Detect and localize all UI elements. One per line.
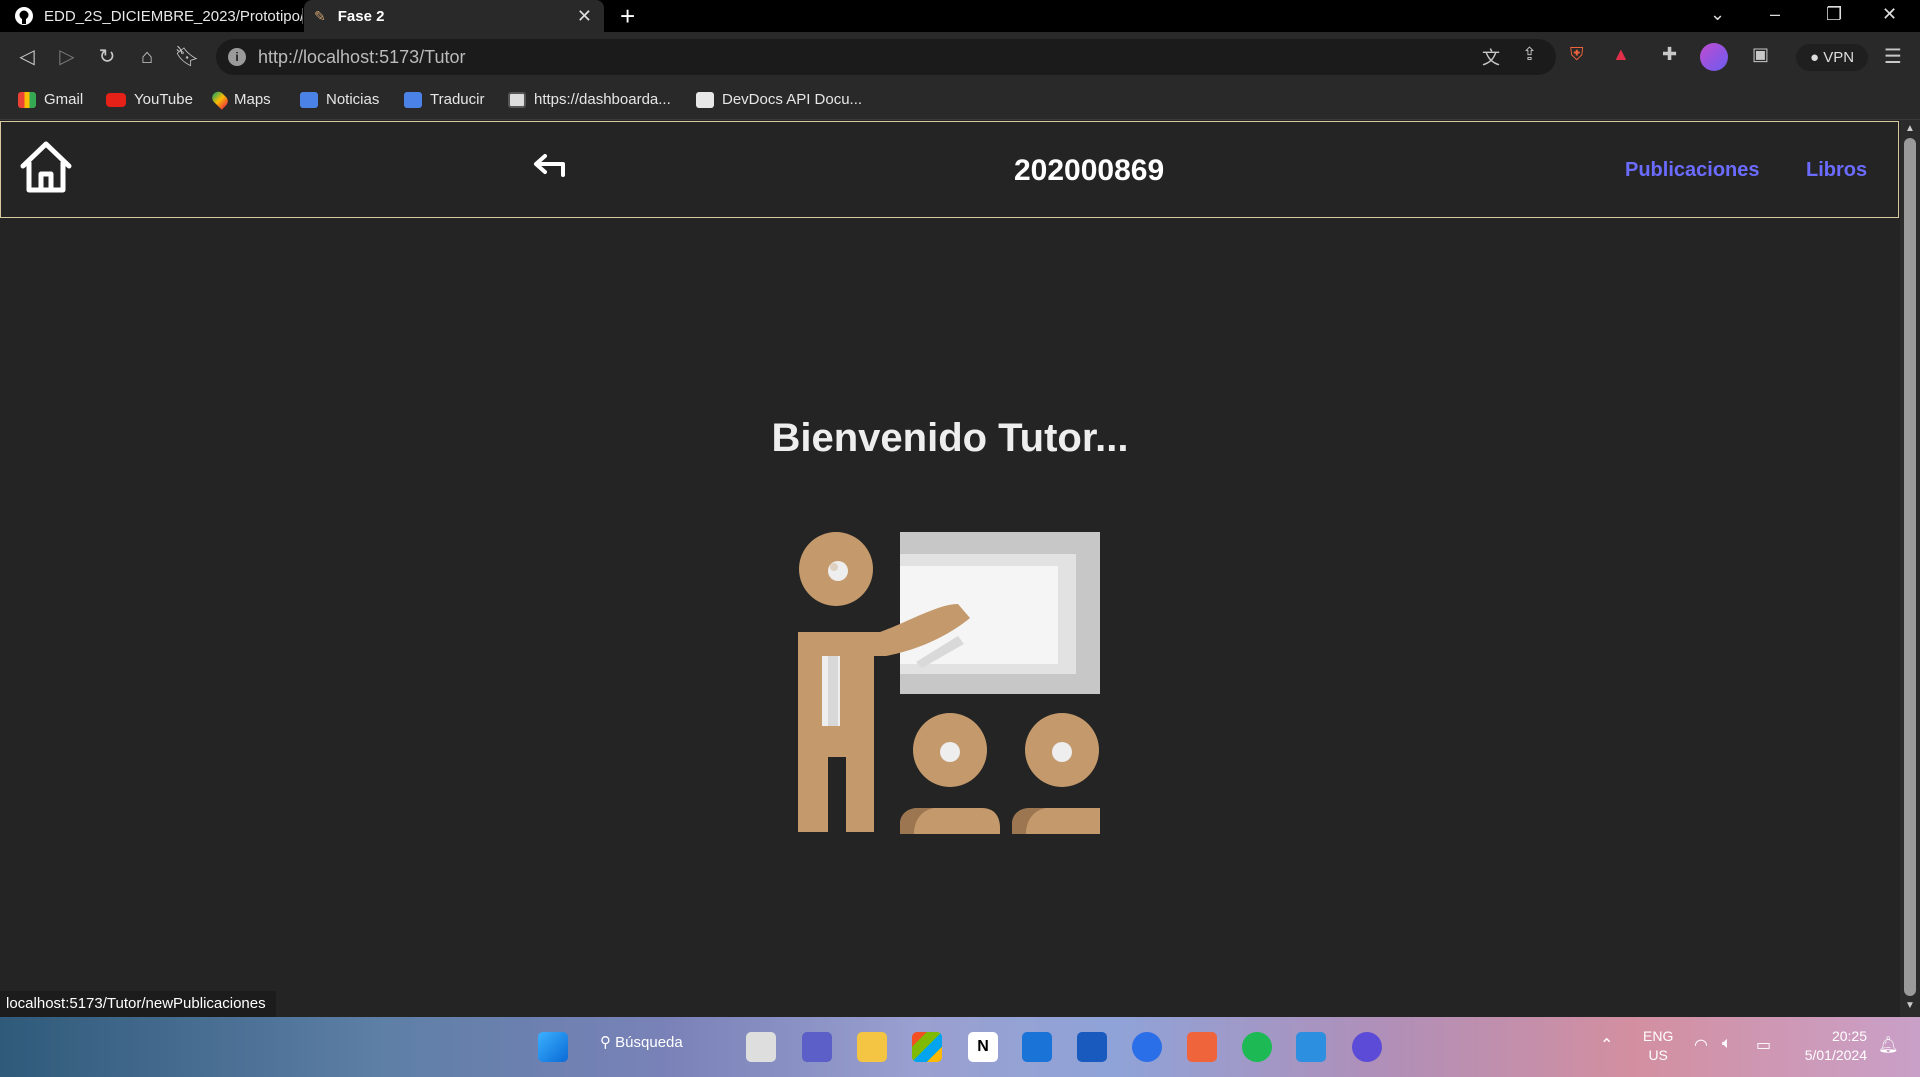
clock[interactable]: 20:25 5/01/2024 <box>1793 1027 1867 1065</box>
search-label: Búsqueda <box>615 1034 683 1051</box>
link-status-bubble: localhost:5173/Tutor/newPublicaciones <box>0 991 276 1017</box>
wifi-icon[interactable]: ◠ <box>1694 1035 1708 1055</box>
brave-rewards-icon[interactable]: ▲ <box>1612 44 1630 65</box>
bookmark-label: Traducir <box>430 91 485 108</box>
bookmark-label: YouTube <box>134 91 193 108</box>
vscode-icon[interactable] <box>1296 1032 1326 1062</box>
taskbar: ⚲ Búsqueda N ⌃ ENG US ◠ 🔈︎ ▭ 20:25 5/01/… <box>0 1017 1920 1077</box>
bookmark-maps[interactable]: Maps <box>209 89 271 110</box>
taskbar-search[interactable]: ⚲ Búsqueda <box>600 1033 683 1051</box>
language-code: ENG <box>1643 1028 1674 1044</box>
scroll-down-icon[interactable]: ▼ <box>1905 1000 1915 1011</box>
bookmark-devdocs[interactable]: DevDocs API Docu... <box>696 91 862 108</box>
brave-shields-icon[interactable]: ⛨ <box>1570 44 1584 65</box>
battery-icon[interactable]: ▭ <box>1756 1035 1771 1055</box>
bookmark-gmail[interactable]: Gmail <box>18 91 83 108</box>
bookmark-label: Gmail <box>44 91 84 108</box>
brave-icon[interactable] <box>1187 1032 1217 1062</box>
welcome-heading: Bienvenido Tutor... <box>771 416 1129 460</box>
nav-link-publicaciones[interactable]: Publicaciones <box>1625 159 1760 182</box>
profile-avatar[interactable] <box>1700 43 1728 71</box>
home-icon[interactable] <box>19 140 73 194</box>
tab-fase-2[interactable]: ✎ Fase 2 ✕ <box>304 0 604 32</box>
vertical-scrollbar[interactable]: ▲ ▼ <box>1900 120 1920 1017</box>
gmail-icon <box>18 91 36 108</box>
mail-icon[interactable] <box>1022 1032 1052 1062</box>
bookmark-label: https://dashboarda... <box>534 91 671 108</box>
spotify-icon[interactable] <box>1242 1032 1272 1062</box>
page-content: 202000869 Publicaciones Libros Bienvenid… <box>0 120 1900 1017</box>
reload-button[interactable]: ↻ <box>94 44 120 70</box>
back-button[interactable]: ◁ <box>14 44 40 70</box>
vpn-button[interactable]: ● VPN <box>1796 44 1868 71</box>
youtube-icon <box>106 92 126 107</box>
bookmark-traducir[interactable]: Traducir <box>404 91 484 108</box>
devdocs-icon <box>696 91 714 108</box>
close-tab-icon[interactable]: ✕ <box>577 6 592 27</box>
tab-title: Fase 2 <box>337 7 385 25</box>
bookmarks-bar: Gmail YouTube Maps Noticias Traducir htt… <box>0 82 1920 120</box>
google-news-icon <box>300 91 318 108</box>
new-tab-button[interactable]: + <box>620 2 635 30</box>
input-language[interactable]: ENG US <box>1643 1027 1673 1065</box>
notion-icon[interactable]: N <box>968 1032 998 1062</box>
bookmark-dashboard[interactable]: https://dashboarda... <box>508 91 671 108</box>
tab-search-icon[interactable]: ⌄ <box>1710 4 1725 25</box>
show-hidden-icons-icon[interactable]: ⌃ <box>1600 1035 1613 1055</box>
minimize-icon[interactable]: – <box>1770 4 1780 25</box>
address-bar[interactable]: i http://localhost:5173/Tutor <box>216 39 1556 75</box>
nav-link-libros[interactable]: Libros <box>1806 159 1867 182</box>
bookmark-label: Maps <box>234 91 271 108</box>
app-favicon-icon: ✎ <box>314 7 326 24</box>
maps-pin-icon <box>209 89 231 110</box>
tutor-teaching-icon <box>798 532 1100 834</box>
extensions-icon[interactable]: ✚ <box>1662 44 1677 65</box>
search-icon: ⚲ <box>600 1034 616 1051</box>
bookmark-youtube[interactable]: YouTube <box>106 91 193 108</box>
dashboard-icon <box>508 91 526 108</box>
app-icon[interactable] <box>1352 1032 1382 1062</box>
word-icon[interactable] <box>1077 1032 1107 1062</box>
teams-icon[interactable] <box>802 1032 832 1062</box>
scrollbar-thumb[interactable] <box>1904 138 1916 996</box>
tab-strip: EDD_2S_DICIEMBRE_2023/Prototipo/b ✎ Fase… <box>0 0 1920 32</box>
forward-button[interactable]: ▷ <box>54 44 80 70</box>
translate-icon[interactable]: 文 <box>1482 44 1500 70</box>
clock-time: 20:25 <box>1831 1028 1867 1044</box>
restore-icon[interactable]: ❐ <box>1826 4 1842 25</box>
tab-title: EDD_2S_DICIEMBRE_2023/Prototipo/b <box>44 7 302 25</box>
home-button[interactable]: ⌂ <box>134 44 160 70</box>
region-code: US <box>1648 1047 1668 1063</box>
file-explorer-icon[interactable] <box>857 1032 887 1062</box>
github-icon <box>15 7 33 25</box>
bookmark-label: DevDocs API Docu... <box>722 91 863 108</box>
site-info-icon[interactable]: i <box>228 48 246 66</box>
app-navbar: 202000869 Publicaciones Libros <box>0 121 1899 218</box>
user-id-heading: 202000869 <box>1014 154 1165 187</box>
tab-separator <box>302 8 303 24</box>
start-button[interactable] <box>538 1032 568 1062</box>
vpn-label: VPN <box>1823 49 1855 66</box>
notifications-icon[interactable]: 🔔︎ <box>1878 1035 1898 1055</box>
browser-toolbar: ◁ ▷ ↻ ⌂ 🔖︎ i http://localhost:5173/Tutor… <box>0 32 1920 82</box>
url-text[interactable]: http://localhost:5173/Tutor <box>258 47 465 68</box>
share-icon[interactable]: ⇪ <box>1522 44 1537 65</box>
bookmark-button[interactable]: 🔖︎ <box>174 44 200 70</box>
task-view-icon[interactable] <box>746 1032 776 1062</box>
microsoft-store-icon[interactable] <box>912 1032 942 1062</box>
wallet-icon[interactable]: ▣ <box>1752 44 1769 65</box>
close-window-icon[interactable]: ✕ <box>1882 4 1897 25</box>
volume-icon[interactable]: 🔈︎ <box>1722 1035 1732 1053</box>
google-translate-icon <box>404 91 422 108</box>
bookmark-label: Noticias <box>326 91 380 108</box>
tab-github[interactable]: EDD_2S_DICIEMBRE_2023/Prototipo/b <box>0 0 302 32</box>
bookmark-noticias[interactable]: Noticias <box>300 91 379 108</box>
menu-icon[interactable]: ☰ <box>1884 44 1902 69</box>
back-arrow-icon[interactable] <box>533 153 569 179</box>
firefox-icon[interactable] <box>1132 1032 1162 1062</box>
clock-date: 5/01/2024 <box>1804 1047 1867 1063</box>
scroll-up-icon[interactable]: ▲ <box>1905 123 1915 134</box>
